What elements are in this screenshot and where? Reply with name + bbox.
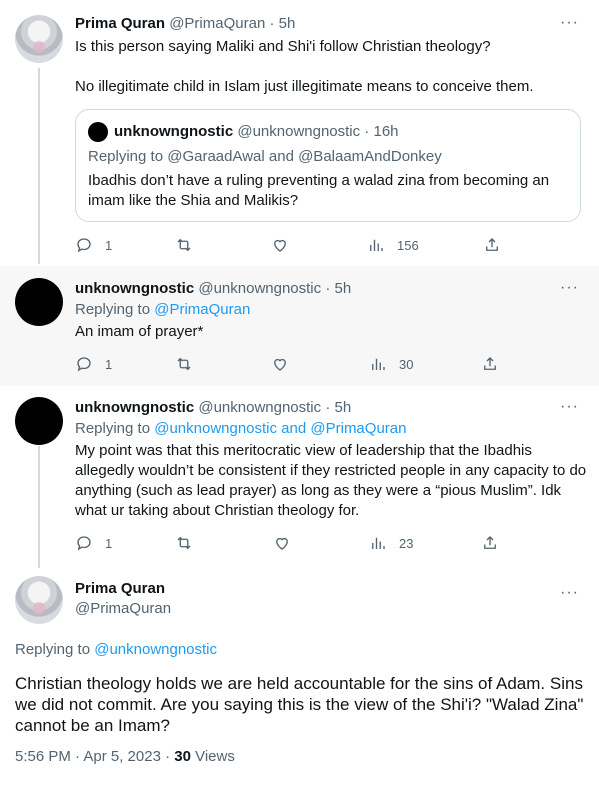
views-icon xyxy=(372,358,385,370)
views-button[interactable]: 156 xyxy=(367,236,419,254)
views-count: 156 xyxy=(397,237,419,253)
user-handle[interactable]: @PrimaQuran xyxy=(75,600,171,618)
tweet-time[interactable]: 5h xyxy=(279,15,296,32)
retweet-icon xyxy=(177,238,191,252)
tweet-1[interactable]: Prima Quran @PrimaQuran · 5h ··· Is this… xyxy=(0,0,599,266)
views-count[interactable]: 30 xyxy=(174,748,191,765)
tweet-actions: 1 156 xyxy=(75,236,515,256)
display-name[interactable]: unknowngnostic xyxy=(75,280,194,297)
heart-icon xyxy=(276,537,288,550)
reply-button[interactable]: 1 xyxy=(75,534,112,552)
views-button[interactable]: 23 xyxy=(369,534,413,552)
reply-button[interactable]: 1 xyxy=(75,236,112,254)
more-options-icon[interactable]: ··· xyxy=(560,15,579,31)
share-button[interactable] xyxy=(481,355,499,373)
avatar[interactable] xyxy=(15,15,63,63)
main-tweet-text: Christian theology holds we are held acc… xyxy=(15,674,584,735)
user-handle[interactable]: @unknowngnostic xyxy=(198,280,321,297)
tweet-actions: 1 23 xyxy=(75,534,515,554)
like-button[interactable] xyxy=(271,355,289,373)
retweet-button[interactable] xyxy=(175,534,193,552)
mention-link[interactable]: @unknowngnostic xyxy=(94,641,217,658)
share-icon xyxy=(484,357,496,370)
more-options-icon[interactable]: ··· xyxy=(560,280,579,296)
display-name[interactable]: Prima Quran xyxy=(75,15,165,32)
reply-icon xyxy=(77,357,91,372)
replying-to: Replying to @unknowngnostic xyxy=(15,641,218,658)
tweet-text: An imam of prayer* xyxy=(75,323,204,340)
like-button[interactable] xyxy=(271,236,289,254)
tweet-2[interactable]: unknowngnostic @unknowngnostic · 5h ··· … xyxy=(0,266,599,386)
tweet-time[interactable]: 5h xyxy=(335,399,352,416)
tweet-actions: 1 30 xyxy=(75,355,515,375)
tweet-text: Is this person saying Maliki and Shi'i f… xyxy=(75,38,491,55)
quote-time: 16h xyxy=(373,123,399,140)
share-button[interactable] xyxy=(481,534,499,552)
share-button[interactable] xyxy=(483,236,501,254)
views-count: 30 xyxy=(399,356,414,372)
reply-button[interactable]: 1 xyxy=(75,355,112,373)
share-icon xyxy=(486,238,498,251)
quote-header: unknowngnostic @unknowngnostic · 16h xyxy=(114,123,399,140)
views-icon xyxy=(370,239,383,251)
display-name[interactable]: unknowngnostic xyxy=(75,399,194,416)
retweet-button[interactable] xyxy=(175,355,193,373)
reply-icon xyxy=(77,536,91,551)
quote-avatar xyxy=(88,122,108,142)
like-button[interactable] xyxy=(273,534,291,552)
views-count: 23 xyxy=(399,535,414,551)
quote-replying-to: Replying to @GaraadAwal and @BalaamAndDo… xyxy=(88,148,442,165)
reply-icon xyxy=(77,238,91,253)
tweet-time[interactable]: 5h xyxy=(335,280,352,297)
reply-count: 1 xyxy=(105,237,113,253)
quote-display-name: unknowngnostic xyxy=(114,123,234,140)
replying-to: Replying to @PrimaQuran xyxy=(75,301,251,318)
quoted-tweet[interactable]: unknowngnostic @unknowngnostic · 16h Rep… xyxy=(75,109,581,222)
views-label: Views xyxy=(190,748,235,765)
reply-count: 1 xyxy=(105,535,113,551)
more-options-icon[interactable]: ··· xyxy=(560,585,579,601)
views-button[interactable]: 30 xyxy=(369,355,413,373)
more-options-icon[interactable]: ··· xyxy=(560,399,579,415)
tweet-header: unknowngnostic @unknowngnostic · 5h xyxy=(75,280,352,297)
quote-handle: @unknowngnostic xyxy=(237,123,361,140)
heart-icon xyxy=(274,239,286,252)
replying-to: Replying to @unknowngnostic and @PrimaQu… xyxy=(75,420,407,437)
retweet-icon xyxy=(177,357,191,371)
mention-link[interactable]: @PrimaQuran xyxy=(154,301,250,318)
avatar[interactable] xyxy=(15,278,63,326)
retweet-icon xyxy=(177,536,191,550)
heart-icon xyxy=(274,358,286,371)
quote-text: Ibadhis don’t have a ruling preventing a… xyxy=(88,172,550,209)
tweet-meta: 5:56 PM · Apr 5, 2023 · 30 Views xyxy=(15,748,235,765)
avatar[interactable] xyxy=(15,397,63,445)
user-handle[interactable]: @PrimaQuran xyxy=(169,15,265,32)
user-handle[interactable]: @unknowngnostic xyxy=(198,399,321,416)
retweet-button[interactable] xyxy=(175,236,193,254)
tweet-header: unknowngnostic @unknowngnostic · 5h xyxy=(75,399,352,416)
views-icon xyxy=(372,537,385,549)
mention-link[interactable]: @unknowngnostic and @PrimaQuran xyxy=(154,420,406,437)
tweet-3[interactable]: unknowngnostic @unknowngnostic · 5h ··· … xyxy=(0,386,599,566)
tweet-text-2: No illegitimate child in Islam just ille… xyxy=(75,78,534,95)
share-icon xyxy=(484,536,496,549)
display-name[interactable]: Prima Quran xyxy=(75,580,165,598)
tweet-text: My point was that this meritocratic view… xyxy=(75,442,587,519)
reply-count: 1 xyxy=(105,356,113,372)
timestamp[interactable]: 5:56 PM · Apr 5, 2023 · xyxy=(15,748,174,765)
avatar[interactable] xyxy=(15,576,63,624)
tweet-header: Prima Quran @PrimaQuran · 5h xyxy=(75,15,296,32)
